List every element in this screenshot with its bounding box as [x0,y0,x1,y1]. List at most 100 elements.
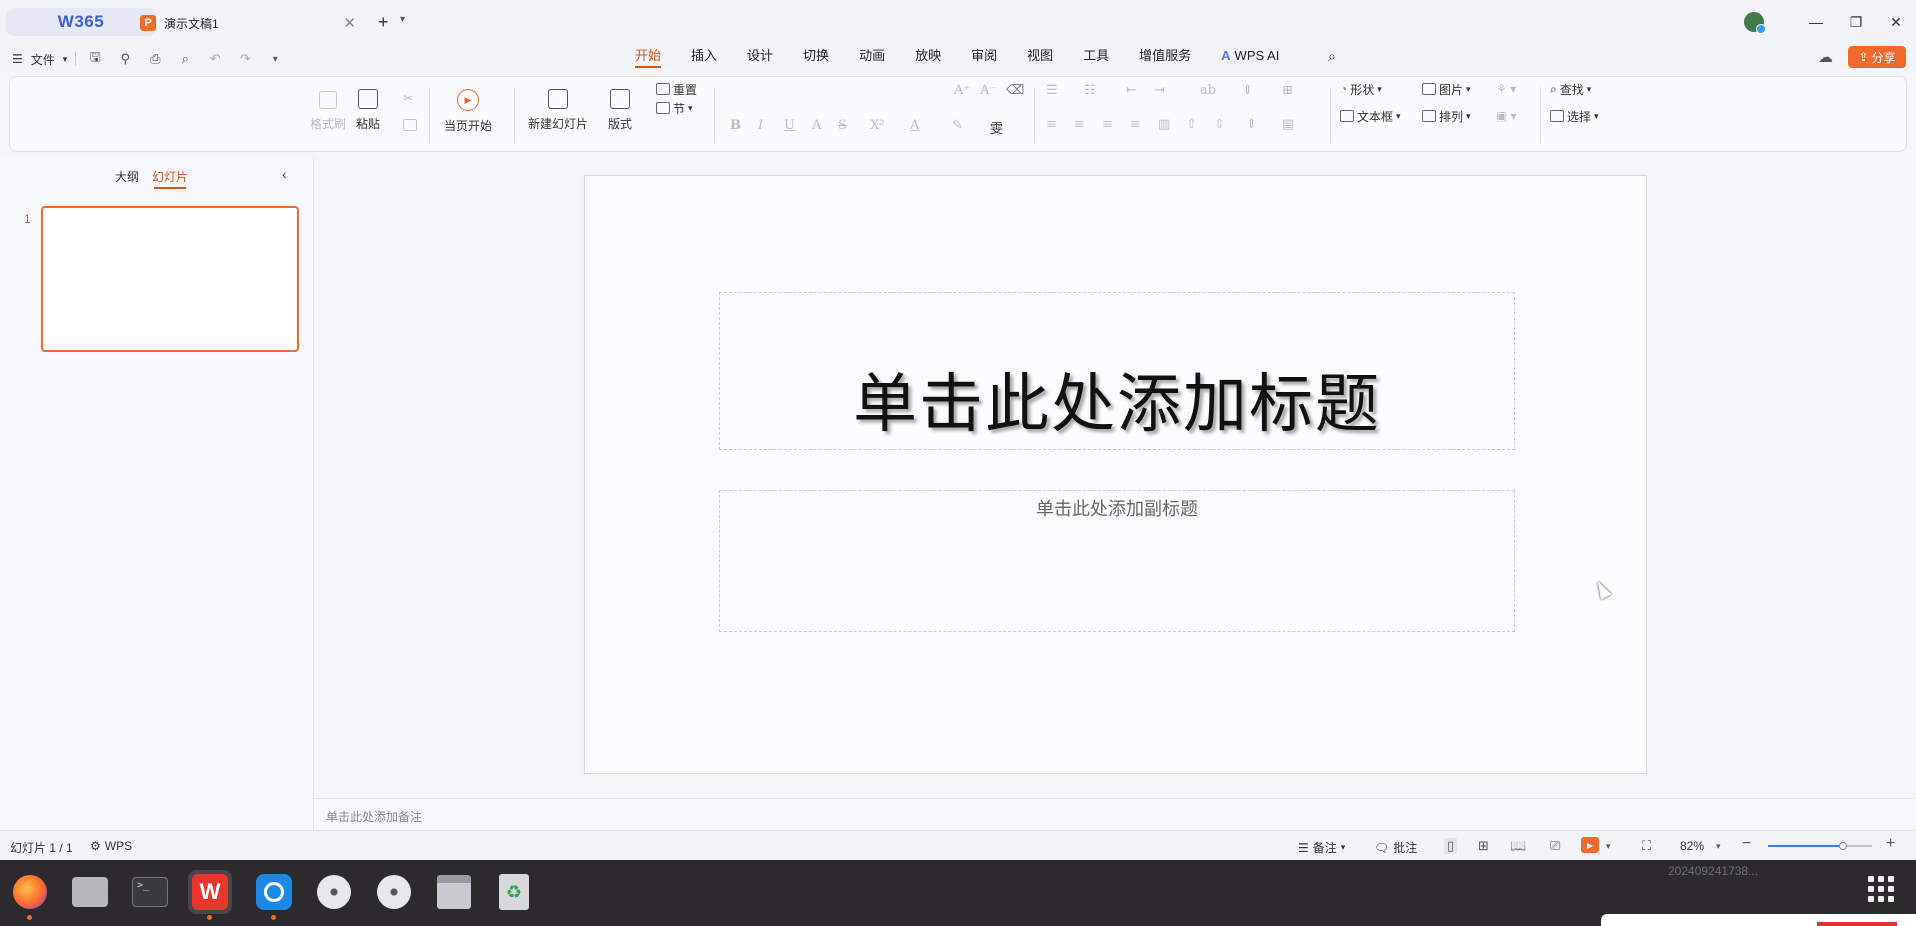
zoom-level[interactable]: 82% [1680,839,1704,853]
shadow-icon[interactable]: A [812,118,821,133]
increase-font-icon[interactable]: A⁺ [954,83,970,98]
align-center-icon[interactable]: ≡ [1074,117,1085,132]
textbox-button[interactable]: 文本框 ▾ [1340,103,1401,129]
file-menu[interactable]: 文件 [31,51,55,68]
terminal-app[interactable]: >_ [128,870,172,914]
columns-icon[interactable]: ▤ [1282,117,1294,132]
find-button[interactable]: ⌕ 查找 ▾ [1550,76,1591,102]
print-preview-icon[interactable]: ⌕ [174,51,196,67]
chevron-down-icon[interactable]: ▾ [63,54,68,65]
collapse-panel-icon[interactable]: ‹ [282,166,287,182]
subtitle-placeholder[interactable]: 单击此处添加副标题 [719,490,1515,632]
decrease-indent-icon[interactable]: ⇤ [1126,83,1137,98]
italic-icon[interactable]: I [758,118,763,133]
bullets-icon[interactable]: ☰ [1046,83,1058,98]
hamburger-icon[interactable]: ☰ [12,52,23,66]
chevron-down-icon[interactable]: ▾ [1716,841,1721,852]
tab-slideshow[interactable]: 放映 [900,48,956,68]
zoom-out-icon[interactable]: − [1742,835,1751,853]
tab-view[interactable]: 视图 [1012,48,1068,68]
superscript-icon[interactable]: X² [870,118,884,133]
new-slide-button[interactable]: 新建幻灯片 [528,89,588,132]
link-icon[interactable]: ⚲ [114,51,136,67]
text-direction-icon[interactable]: ab [1200,83,1216,98]
fit-window-icon[interactable]: ⛶ [1642,838,1651,854]
tab-slides[interactable]: 幻灯片 [152,168,188,189]
select-button[interactable]: 选择 ▾ [1550,103,1599,129]
tab-design[interactable]: 设计 [732,48,788,68]
convert-smartart-icon[interactable]: ⊞ [1282,83,1293,98]
align-left-icon[interactable]: ≡ [1046,117,1057,132]
search-icon[interactable]: ⌕ [1328,48,1336,65]
presenter-view-icon[interactable]: ⎚ [1550,838,1560,854]
wps-app[interactable]: W [188,870,232,920]
align-top-icon[interactable]: ⇧ [1186,117,1197,132]
document-tab[interactable]: P 演示文稿1 ✕ [132,8,368,38]
stamp-icon[interactable]: ⚘ ▾ [1496,82,1516,96]
chevron-down-icon[interactable]: ▾ [400,14,405,25]
chevron-down-icon[interactable]: ▾ [264,54,286,65]
tab-wps-ai[interactable]: A WPS AI [1206,48,1294,68]
section-button[interactable]: 节 ▾ [656,99,693,117]
tab-value-added[interactable]: 增值服务 [1124,48,1206,68]
tab-home[interactable]: 开始 [620,48,676,68]
tab-animation[interactable]: 动画 [844,48,900,68]
bold-icon[interactable]: B [730,118,741,133]
recycle-bin-app[interactable]: ♻ [492,870,536,914]
title-placeholder[interactable]: 单击此处添加标题 [719,292,1515,450]
reset-button[interactable]: 重置 [656,77,697,101]
justify-icon[interactable]: ≡ [1130,117,1141,132]
tab-review[interactable]: 审阅 [956,48,1012,68]
format-painter-button[interactable]: 格式刷 [310,91,346,132]
notes-pane[interactable]: 单击此处添加备注 [314,798,1916,830]
chevron-down-icon[interactable]: ▾ [1606,841,1611,852]
tab-transition[interactable]: 切换 [788,48,844,68]
disc-app-1[interactable] [312,870,356,914]
undo-icon[interactable]: ↶ [204,51,226,67]
tab-insert[interactable]: 插入 [676,48,732,68]
copy-icon[interactable] [403,119,417,131]
theme-button[interactable]: ⚙ WPS [90,839,132,853]
paragraph-spacing-icon[interactable]: ⇕ [1246,117,1257,132]
decrease-font-icon[interactable]: A⁻ [980,83,996,98]
chat-app[interactable] [252,870,296,920]
close-window-icon[interactable]: ✕ [1876,14,1916,31]
comments-button[interactable]: 🗨 批注 [1374,839,1417,856]
phonetic-icon[interactable]: 雯 [990,118,1003,137]
shape-button[interactable]: ◔ 形状 ▾ [1340,76,1382,102]
zoom-slider-handle[interactable] [1838,842,1847,850]
align-right-icon[interactable]: ≡ [1102,117,1113,132]
print-icon[interactable]: ⎙ [144,51,166,67]
picture-button[interactable]: 图片 ▾ [1422,76,1471,102]
cut-icon[interactable]: ✂ [403,91,413,105]
zoom-slider[interactable] [1768,842,1872,850]
disk-app[interactable] [432,870,476,914]
files-app[interactable] [68,870,112,914]
underline-icon[interactable]: U [784,118,795,133]
slide-canvas[interactable]: 单击此处添加标题 单击此处添加副标题 [584,175,1647,774]
redo-icon[interactable]: ↷ [234,51,256,67]
cloud-upload-icon[interactable]: ☁ [1818,48,1833,66]
slide-thumbnail[interactable] [41,206,299,352]
normal-view-icon[interactable]: ▯ [1444,838,1458,854]
reading-view-icon[interactable]: 📖 [1510,838,1526,854]
strikethrough-icon[interactable]: S [838,118,847,133]
numbering-icon[interactable]: ☷ [1084,83,1096,98]
avatar[interactable] [1744,12,1766,34]
paste-button[interactable]: 粘贴 [356,89,380,132]
distribute-icon[interactable]: ▥ [1158,117,1170,132]
save-icon[interactable]: 🖫 [84,48,106,70]
start-slideshow-button[interactable]: ▶ 当页开始 [444,89,492,134]
firefox-app[interactable] [8,870,52,920]
line-spacing-icon[interactable]: ⇕ [1242,83,1253,98]
restore-icon[interactable]: ❐ [1836,14,1876,31]
close-tab-icon[interactable]: ✕ [343,14,356,32]
zoom-in-icon[interactable]: + [1886,835,1895,853]
arrange-button[interactable]: 排列 ▾ [1422,103,1471,129]
notes-button[interactable]: ☰ 备注 ▾ [1298,839,1345,856]
align-middle-icon[interactable]: ⇳ [1214,117,1225,132]
tab-outline[interactable]: 大纲 [115,168,139,185]
disc-app-2[interactable] [372,870,416,914]
new-tab-button[interactable]: + [378,12,389,33]
minimize-icon[interactable]: — [1796,14,1836,30]
